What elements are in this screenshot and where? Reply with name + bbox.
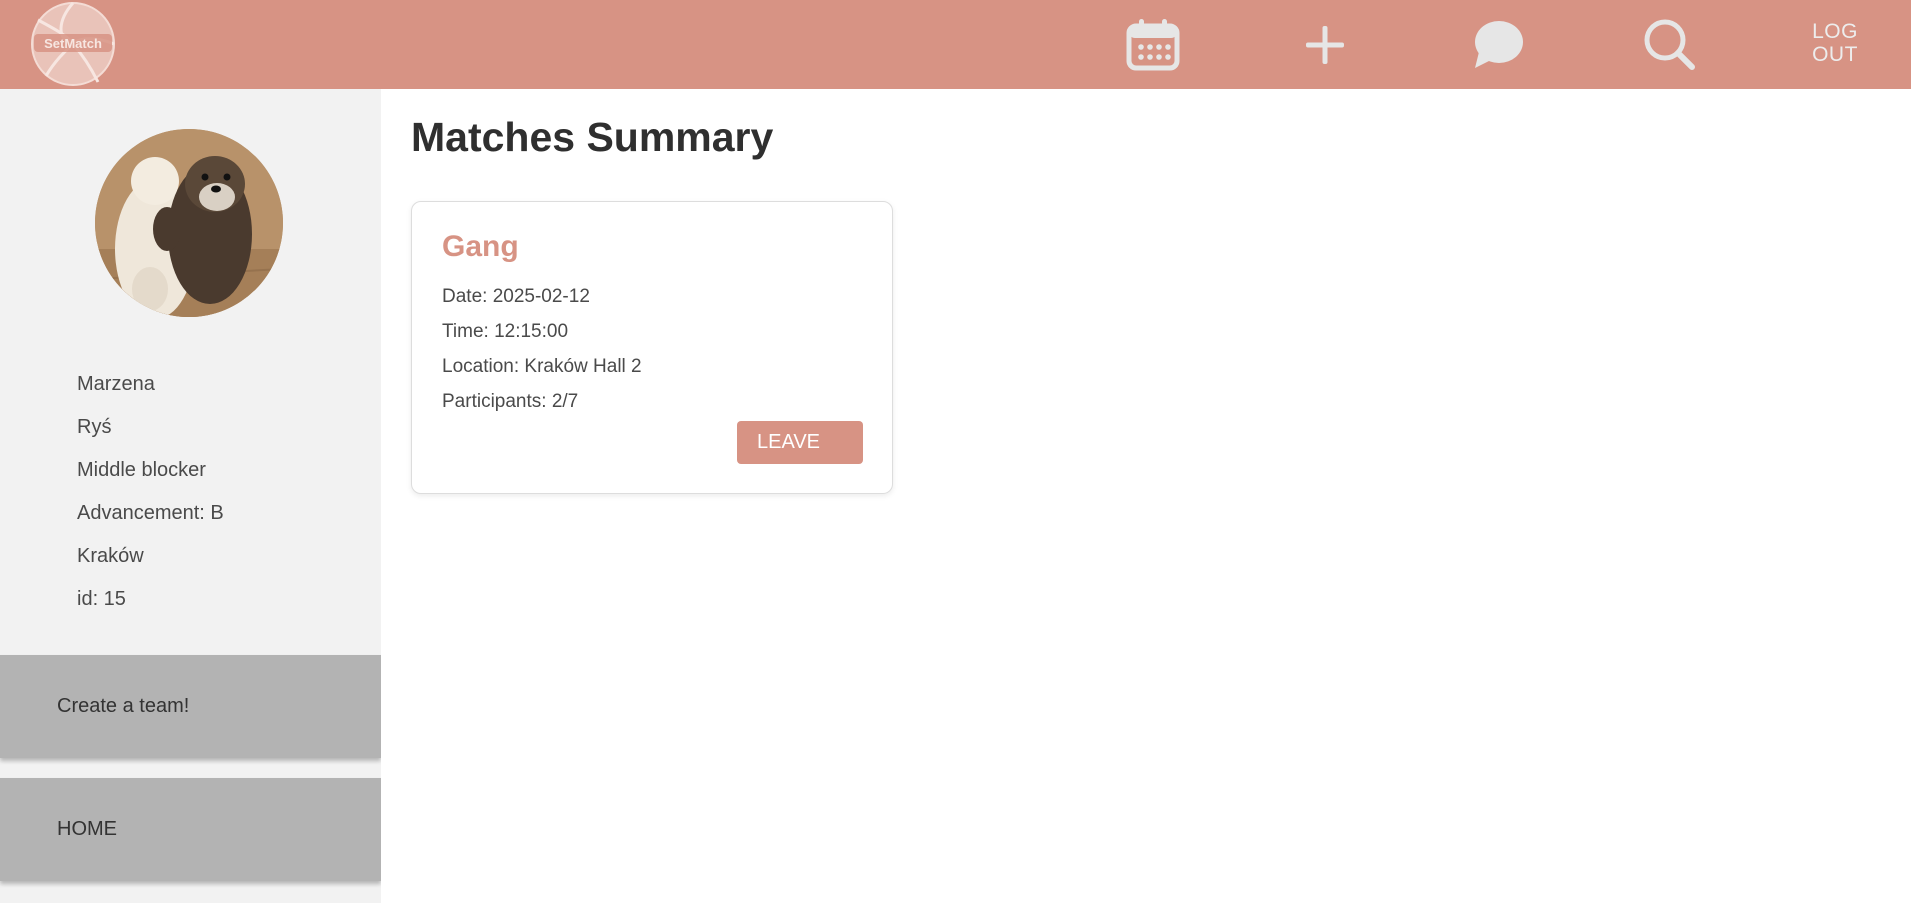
match-date: Date: 2025-02-12 xyxy=(442,286,590,307)
avatar xyxy=(95,129,283,317)
logout-label-line2: OUT xyxy=(1812,43,1858,66)
match-location: Location: Kraków Hall 2 xyxy=(442,356,642,377)
page-title: Matches Summary xyxy=(411,114,774,160)
create-team-button[interactable]: Create a team! xyxy=(0,655,381,758)
profile-id: id: 15 xyxy=(77,588,126,610)
search-icon xyxy=(1644,19,1695,70)
profile-city: Kraków xyxy=(77,545,144,567)
match-participants: Participants: 2/7 xyxy=(442,391,579,412)
match-details: Date: 2025-02-12 Time: 12:15:00 Location… xyxy=(442,286,642,426)
otter-avatar-icon xyxy=(95,129,283,317)
logo-text: SetMatch xyxy=(44,36,102,51)
profile-details: Marzena Ryś Middle blocker Advancement: … xyxy=(77,373,224,631)
chat-icon xyxy=(1475,21,1523,68)
plus-icon xyxy=(1306,26,1344,64)
match-name: Gang xyxy=(442,230,519,263)
chat-nav-button[interactable] xyxy=(1469,16,1525,72)
match-card: Gang Date: 2025-02-12 Time: 12:15:00 Loc… xyxy=(411,201,893,494)
top-navbar: SetMatch LOG OUT xyxy=(0,0,1911,89)
match-time: Time: 12:15:00 xyxy=(442,321,569,342)
add-match-nav-button[interactable] xyxy=(1297,16,1353,72)
profile-first-name: Marzena xyxy=(77,373,155,395)
search-nav-button[interactable] xyxy=(1641,16,1697,72)
home-button[interactable]: HOME xyxy=(0,778,381,881)
leave-match-button[interactable]: LEAVE xyxy=(737,421,863,464)
main-content: Matches Summary Gang Date: 2025-02-12 Ti… xyxy=(381,89,1911,903)
profile-position: Middle blocker xyxy=(77,459,206,481)
profile-last-name: Ryś xyxy=(77,416,112,438)
setmatch-logo[interactable]: SetMatch xyxy=(28,0,118,88)
profile-sidebar: Marzena Ryś Middle blocker Advancement: … xyxy=(0,89,381,903)
volleyball-logo-icon: SetMatch xyxy=(31,2,115,86)
profile-advancement: Advancement: B xyxy=(77,502,224,524)
calendar-icon xyxy=(1126,19,1180,71)
logout-label-line1: LOG xyxy=(1812,20,1858,43)
calendar-nav-button[interactable] xyxy=(1125,16,1181,72)
logout-button[interactable]: LOG OUT xyxy=(1800,20,1870,66)
